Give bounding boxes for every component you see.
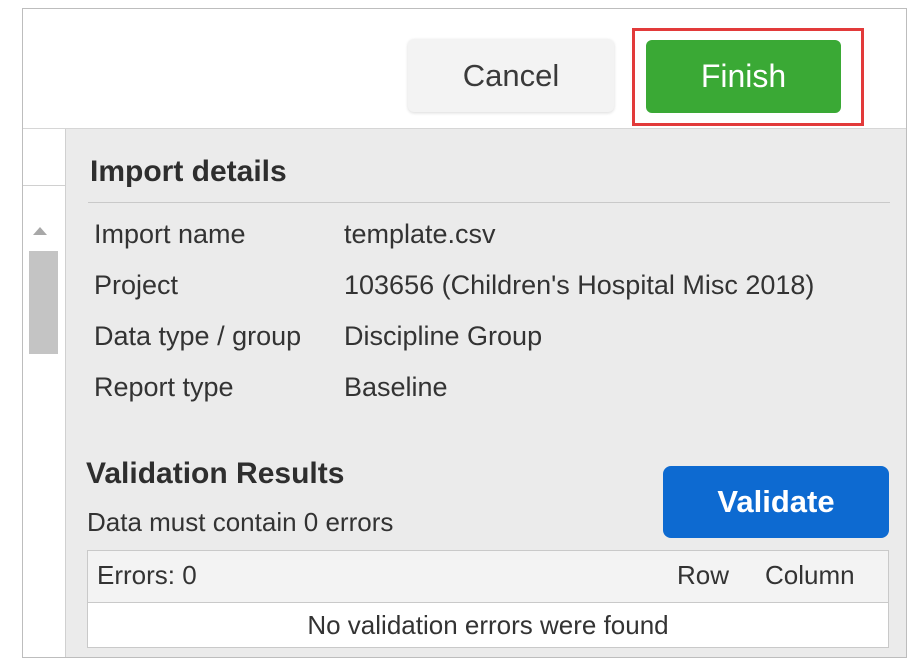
- dialog-toolbar: Cancel Finish: [23, 9, 906, 129]
- left-panel-divider: [23, 185, 65, 186]
- errors-count-header[interactable]: Errors: 0: [97, 560, 197, 591]
- data-type-label: Data type / group: [94, 321, 302, 351]
- project-label: Project: [94, 270, 179, 300]
- cancel-button[interactable]: Cancel: [408, 39, 614, 112]
- report-type-label: Report type: [94, 372, 234, 402]
- import-name-value: template.csv: [344, 219, 496, 249]
- validate-button[interactable]: Validate: [663, 466, 889, 538]
- report-type-value: Baseline: [344, 372, 448, 402]
- data-type-value: Discipline Group: [344, 321, 543, 351]
- project-value: 103656 (Children's Hospital Misc 2018): [344, 270, 815, 300]
- finish-button[interactable]: Finish: [646, 40, 841, 113]
- import-dialog: Cancel Finish Import details Import name…: [22, 8, 907, 658]
- validation-requirement-text: Data must contain 0 errors: [87, 507, 394, 537]
- validation-errors-table: Errors: 0 Row Column No validation error…: [87, 550, 889, 648]
- column-column-header[interactable]: Column: [765, 560, 855, 591]
- scroll-up-arrow-icon[interactable]: [33, 227, 47, 235]
- validation-results-title: Validation Results: [86, 457, 345, 490]
- import-details-title: Import details: [90, 155, 287, 188]
- table-header: Errors: 0 Row Column: [88, 551, 888, 603]
- details-panel: Import details Import name template.csv …: [66, 129, 906, 657]
- import-name-label: Import name: [94, 219, 246, 249]
- section-divider: [88, 202, 890, 203]
- empty-table-message: No validation errors were found: [307, 609, 669, 640]
- row-column-header[interactable]: Row: [677, 560, 729, 591]
- left-panel: [23, 129, 66, 657]
- scrollbar-thumb[interactable]: [29, 251, 58, 354]
